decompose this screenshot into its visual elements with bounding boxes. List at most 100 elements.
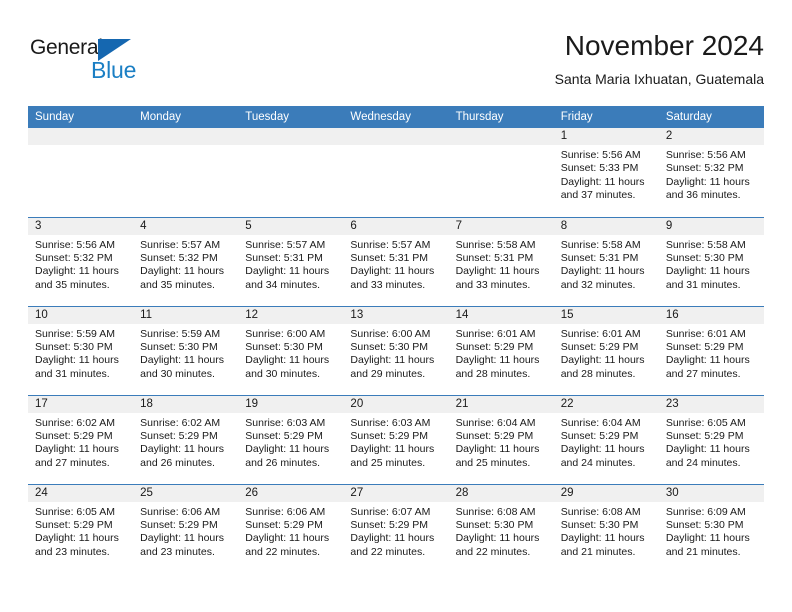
day-cell[interactable]: 30 Sunrise: 6:09 AM Sunset: 5:30 PM Dayligh… — [658, 484, 764, 573]
day-cell[interactable]: 13 Sunrise: 6:00 AM Sunset: 5:30 PM Dayligh… — [343, 306, 449, 395]
day-sun-info: Sunrise: 6:09 AM Sunset: 5:30 PM Daylight:… — [659, 502, 764, 560]
day-number: 11 — [133, 306, 239, 324]
day-sun-info: Sunrise: 6:03 AM Sunset: 5:29 PM Daylight:… — [238, 413, 343, 471]
day-cell[interactable]: 15 Sunrise: 6:01 AM Sunset: 5:29 PM Dayligh… — [553, 306, 659, 395]
calendar-cell: 18 Sunrise: 6:02 AM Sunset: 5:29 PM Dayligh… — [133, 394, 239, 484]
daylight-text-line2: and 32 minutes. — [560, 278, 636, 291]
calendar-cell: 14 Sunrise: 6:01 AM Sunset: 5:29 PM Dayligh… — [448, 305, 554, 395]
day-cell[interactable]: 18 Sunrise: 6:02 AM Sunset: 5:29 PM Dayligh… — [133, 395, 239, 484]
daylight-text-line1: Daylight: 11 hours — [455, 265, 540, 278]
sunrise-text: Sunrise: 5:56 AM — [665, 149, 746, 161]
day-sun-info: Sunrise: 6:04 AM Sunset: 5:29 PM Daylight:… — [554, 413, 659, 471]
day-sun-info: Sunrise: 6:01 AM Sunset: 5:29 PM Daylight:… — [449, 324, 554, 382]
day-number: 27 — [343, 484, 449, 502]
day-number — [343, 128, 449, 145]
sunrise-text: Sunrise: 5:57 AM — [350, 238, 431, 251]
day-number: 10 — [28, 306, 134, 324]
calendar-cell: 2 Sunrise: 5:56 AM Sunset: 5:32 PM Daylight… — [658, 128, 764, 217]
sunrise-text: Sunrise: 6:00 AM — [350, 327, 431, 340]
daylight-text-line1: Daylight: 11 hours — [560, 265, 645, 278]
day-cell[interactable]: 11 Sunrise: 5:59 AM Sunset: 5:30 PM Dayligh… — [133, 306, 239, 395]
day-cell[interactable]: 6 Sunrise: 5:57 AM Sunset: 5:31 PM Daylight… — [343, 217, 449, 306]
day-cell[interactable]: 29 Sunrise: 6:08 AM Sunset: 5:30 PM Dayligh… — [553, 484, 659, 573]
calendar-cell: 30 Sunrise: 6:09 AM Sunset: 5:30 PM Dayligh… — [658, 483, 764, 573]
daylight-text-line1: Daylight: 11 hours — [560, 175, 645, 188]
calendar-cell — [133, 128, 239, 217]
day-cell[interactable]: 5 Sunrise: 5:57 AM Sunset: 5:31 PM Daylight… — [238, 217, 344, 306]
day-cell[interactable]: 16 Sunrise: 6:01 AM Sunset: 5:29 PM Dayligh… — [658, 306, 764, 395]
calendar-week-row: 1 Sunrise: 5:56 AM Sunset: 5:33 PM Daylight… — [28, 128, 764, 217]
page-title: November 2024 — [564, 30, 764, 61]
calendar-cell: 25 Sunrise: 6:06 AM Sunset: 5:29 PM Dayligh… — [133, 483, 239, 573]
day-cell[interactable]: 7 Sunrise: 5:58 AM Sunset: 5:31 PM Daylight… — [448, 217, 554, 306]
day-cell[interactable]: 2 Sunrise: 5:56 AM Sunset: 5:32 PM Daylight… — [658, 128, 764, 217]
day-number: 22 — [553, 395, 659, 413]
daylight-text-line1: Daylight: 11 hours — [35, 443, 119, 456]
day-cell[interactable]: 19 Sunrise: 6:03 AM Sunset: 5:29 PM Dayligh… — [238, 395, 344, 484]
day-cell[interactable]: 8 Sunrise: 5:58 AM Sunset: 5:31 PM Daylight… — [553, 217, 659, 306]
calendar-cell — [238, 128, 344, 217]
day-number: 17 — [28, 395, 134, 413]
sunrise-text: Sunrise: 6:06 AM — [140, 505, 221, 518]
calendar-cell: 13 Sunrise: 6:00 AM Sunset: 5:30 PM Dayligh… — [343, 305, 449, 395]
day-cell[interactable]: 22 Sunrise: 6:04 AM Sunset: 5:29 PM Dayligh… — [553, 395, 659, 484]
day-cell[interactable]: 3 Sunrise: 5:56 AM Sunset: 5:32 PM Daylight… — [28, 217, 134, 306]
sunrise-text: Sunrise: 5:59 AM — [35, 327, 115, 340]
sunrise-text: Sunrise: 5:56 AM — [35, 238, 115, 251]
daylight-text-line2: and 26 minutes. — [140, 456, 215, 469]
day-number: 15 — [553, 306, 659, 324]
calendar-cell — [448, 128, 554, 217]
day-cell[interactable]: 24 Sunrise: 6:05 AM Sunset: 5:29 PM Dayligh… — [28, 484, 134, 573]
daylight-text-line2: and 21 minutes. — [665, 545, 741, 558]
day-sun-info: Sunrise: 6:04 AM Sunset: 5:29 PM Daylight:… — [449, 413, 554, 471]
calendar-cell: 16 Sunrise: 6:01 AM Sunset: 5:29 PM Dayligh… — [658, 305, 764, 395]
calendar-cell — [28, 128, 134, 217]
daylight-text-line1: Daylight: 11 hours — [665, 354, 750, 367]
day-cell[interactable]: 10 Sunrise: 5:59 AM Sunset: 5:30 PM Dayligh… — [28, 306, 134, 395]
day-number: 18 — [133, 395, 239, 413]
daylight-text-line2: and 22 minutes. — [350, 545, 426, 558]
day-cell[interactable]: 23 Sunrise: 6:05 AM Sunset: 5:29 PM Dayligh… — [658, 395, 764, 484]
daylight-text-line1: Daylight: 11 hours — [140, 532, 224, 545]
day-cell[interactable]: 26 Sunrise: 6:06 AM Sunset: 5:29 PM Dayligh… — [238, 484, 344, 573]
daylight-text-line2: and 21 minutes. — [560, 545, 636, 558]
day-sun-info: Sunrise: 5:56 AM Sunset: 5:33 PM Daylight:… — [554, 145, 659, 203]
daylight-text-line1: Daylight: 11 hours — [665, 265, 750, 278]
day-sun-info: Sunrise: 6:08 AM Sunset: 5:30 PM Daylight:… — [449, 502, 554, 560]
calendar-cell: 22 Sunrise: 6:04 AM Sunset: 5:29 PM Dayligh… — [553, 394, 659, 484]
calendar-cell: 20 Sunrise: 6:03 AM Sunset: 5:29 PM Dayligh… — [343, 394, 449, 484]
sunrise-text: Sunrise: 6:01 AM — [665, 327, 746, 340]
daylight-text-line1: Daylight: 11 hours — [350, 532, 435, 545]
day-cell[interactable]: 14 Sunrise: 6:01 AM Sunset: 5:29 PM Dayligh… — [448, 306, 554, 395]
sunrise-text: Sunrise: 6:02 AM — [35, 416, 115, 429]
sunrise-text: Sunrise: 6:04 AM — [560, 416, 641, 429]
day-cell[interactable]: 21 Sunrise: 6:04 AM Sunset: 5:29 PM Dayligh… — [448, 395, 554, 484]
day-cell[interactable]: 12 Sunrise: 6:00 AM Sunset: 5:30 PM Dayligh… — [238, 306, 344, 395]
day-cell[interactable]: 28 Sunrise: 6:08 AM Sunset: 5:30 PM Dayligh… — [448, 484, 554, 573]
day-cell[interactable]: 1 Sunrise: 5:56 AM Sunset: 5:33 PM Daylight… — [553, 128, 659, 217]
daylight-text-line2: and 23 minutes. — [35, 545, 110, 558]
general-blue-logo[interactable]: General Blue — [30, 36, 160, 92]
day-cell[interactable]: 25 Sunrise: 6:06 AM Sunset: 5:29 PM Dayligh… — [133, 484, 239, 573]
calendar-cell — [343, 128, 449, 217]
calendar-week-row: 17 Sunrise: 6:02 AM Sunset: 5:29 PM Dayligh… — [28, 394, 764, 484]
day-number: 28 — [448, 484, 554, 502]
sunrise-text: Sunrise: 6:03 AM — [350, 416, 431, 429]
day-cell[interactable]: 27 Sunrise: 6:07 AM Sunset: 5:29 PM Dayligh… — [343, 484, 449, 573]
daylight-text-line1: Daylight: 11 hours — [665, 443, 750, 456]
sunrise-text: Sunrise: 6:01 AM — [455, 327, 536, 340]
sunrise-text: Sunrise: 6:00 AM — [245, 327, 326, 340]
day-sun-info: Sunrise: 6:00 AM Sunset: 5:30 PM Daylight:… — [343, 324, 448, 382]
day-sun-info: Sunrise: 5:59 AM Sunset: 5:30 PM Daylight:… — [28, 324, 133, 382]
day-cell[interactable]: 4 Sunrise: 5:57 AM Sunset: 5:32 PM Daylight… — [133, 217, 239, 306]
day-number: 6 — [343, 217, 449, 235]
day-cell[interactable]: 17 Sunrise: 6:02 AM Sunset: 5:29 PM Dayligh… — [28, 395, 134, 484]
day-number: 30 — [658, 484, 764, 502]
daylight-text-line1: Daylight: 11 hours — [35, 532, 119, 545]
day-cell[interactable]: 9 Sunrise: 5:58 AM Sunset: 5:30 PM Daylight… — [658, 217, 764, 306]
daylight-text-line2: and 22 minutes. — [455, 545, 531, 558]
day-cell[interactable]: 20 Sunrise: 6:03 AM Sunset: 5:29 PM Dayligh… — [343, 395, 449, 484]
sunset-text: Sunset: 5:30 PM — [665, 518, 744, 531]
daylight-text-line2: and 31 minutes. — [665, 278, 741, 291]
day-number: 24 — [28, 484, 134, 502]
